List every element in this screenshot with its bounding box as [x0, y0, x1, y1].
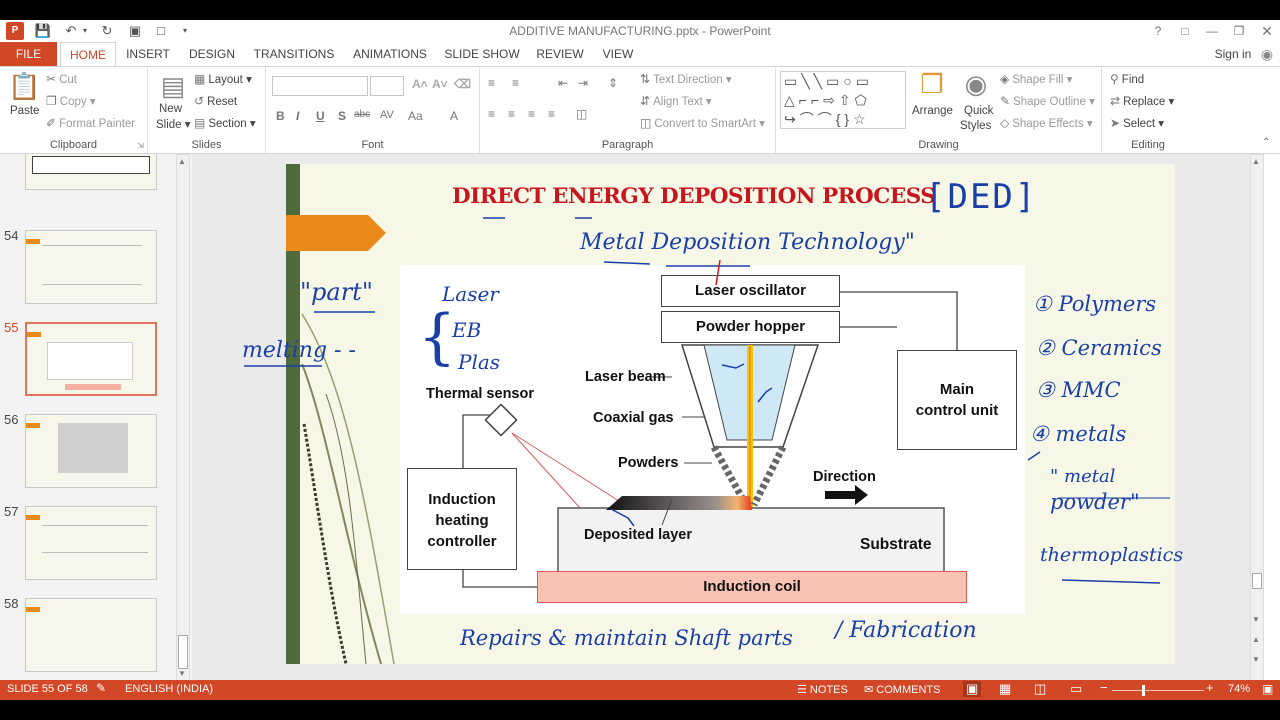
zoom-slider[interactable]	[1112, 690, 1204, 691]
normal-view-icon[interactable]: ▣	[963, 681, 982, 697]
zoom-slider-thumb[interactable]	[1142, 685, 1145, 696]
language-indicator[interactable]: ENGLISH (INDIA)	[125, 683, 213, 695]
slide-sorter-icon[interactable]: ▦	[999, 681, 1011, 697]
slide-show-icon[interactable]: ▭	[1070, 681, 1082, 697]
notes-button[interactable]: ☰ NOTES	[797, 683, 848, 696]
ink-strokes	[244, 217, 1170, 584]
notes-label: NOTES	[809, 684, 848, 696]
zoom-level[interactable]: 74%	[1228, 683, 1250, 695]
comment-icon: ✉	[864, 684, 877, 696]
slide-counter[interactable]: SLIDE 55 OF 58	[7, 683, 88, 695]
comments-label: COMMENTS	[876, 684, 941, 696]
zoom-in-icon[interactable]: +	[1206, 680, 1214, 695]
spellcheck-icon[interactable]: ✎	[96, 681, 106, 695]
comments-button[interactable]: ✉ COMMENTS	[864, 683, 940, 696]
fit-slide-icon[interactable]: ▣	[1262, 682, 1273, 696]
powerpoint-window: P 💾 ↶ ▾ ↻ ▣ □ ▾ ADDITIVE MANUFACTURING.p…	[0, 20, 1280, 700]
reading-view-icon[interactable]: ◫	[1034, 681, 1046, 697]
zoom-out-icon[interactable]: −	[1100, 680, 1108, 695]
notes-icon: ☰	[797, 684, 810, 696]
status-bar: SLIDE 55 OF 58 ✎ ENGLISH (INDIA) ☰ NOTES…	[0, 680, 1280, 700]
